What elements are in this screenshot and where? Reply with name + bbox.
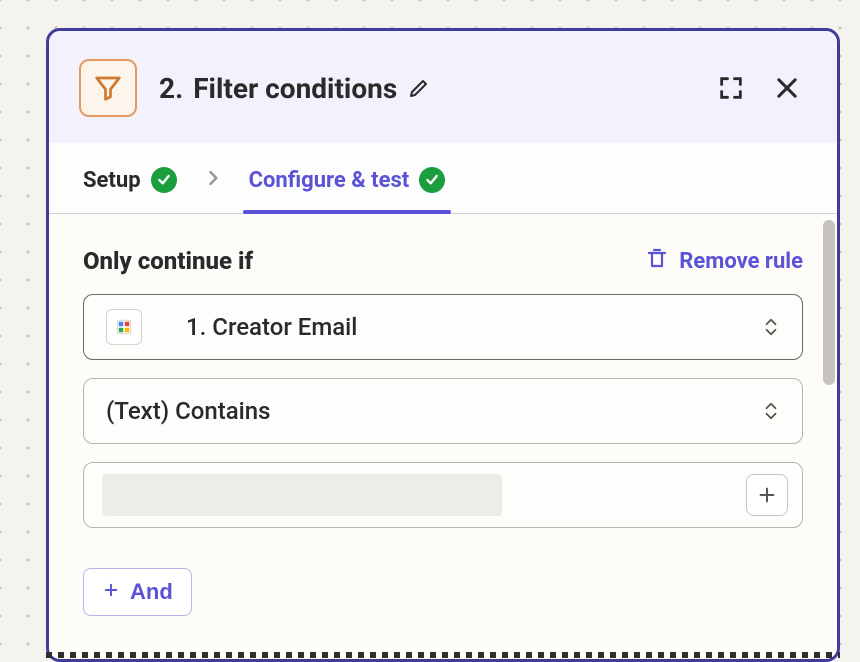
add-and-button[interactable]: And xyxy=(83,568,192,616)
field-select-label: 1. Creator Email xyxy=(186,313,744,341)
panel-body: Only continue if Remove rule xyxy=(49,214,837,659)
tab-setup[interactable]: Setup xyxy=(69,143,191,213)
operator-select-label: (Text) Contains xyxy=(106,397,744,425)
tab-configure-test[interactable]: Configure & test xyxy=(235,143,460,213)
expand-icon[interactable] xyxy=(717,74,745,102)
sort-icon xyxy=(762,401,780,421)
remove-rule-label: Remove rule xyxy=(679,249,803,274)
pencil-icon[interactable] xyxy=(407,76,431,100)
insert-data-button[interactable] xyxy=(746,474,788,516)
step-number: 2. xyxy=(159,72,183,105)
chevron-right-icon xyxy=(203,168,223,188)
rule-header: Only continue if Remove rule xyxy=(49,214,837,294)
value-input-row[interactable] xyxy=(83,462,803,528)
check-icon xyxy=(151,167,177,193)
filter-step-panel: 2. Filter conditions Setup xyxy=(46,28,840,662)
filter-icon xyxy=(79,59,137,117)
cutoff-indicator xyxy=(46,652,840,658)
plus-icon xyxy=(102,579,120,605)
tab-configure-label: Configure & test xyxy=(249,168,410,193)
operator-select[interactable]: (Text) Contains xyxy=(83,378,803,444)
panel-title: 2. Filter conditions xyxy=(159,72,695,105)
panel-header: 2. Filter conditions xyxy=(49,31,837,143)
field-select[interactable]: 1. Creator Email xyxy=(83,294,803,360)
step-title-text: Filter conditions xyxy=(193,72,397,105)
section-title: Only continue if xyxy=(83,247,253,275)
app-icon xyxy=(106,309,142,345)
tab-setup-label: Setup xyxy=(83,168,141,193)
close-icon[interactable] xyxy=(773,74,801,102)
check-icon xyxy=(419,167,445,193)
header-actions xyxy=(717,74,801,102)
and-label: And xyxy=(130,579,173,605)
remove-rule-button[interactable]: Remove rule xyxy=(645,246,803,276)
scrollbar[interactable] xyxy=(823,220,835,385)
value-input[interactable] xyxy=(102,474,502,516)
sort-icon xyxy=(762,317,780,337)
tabs: Setup Configure & test xyxy=(49,143,837,214)
trash-icon xyxy=(645,246,669,276)
